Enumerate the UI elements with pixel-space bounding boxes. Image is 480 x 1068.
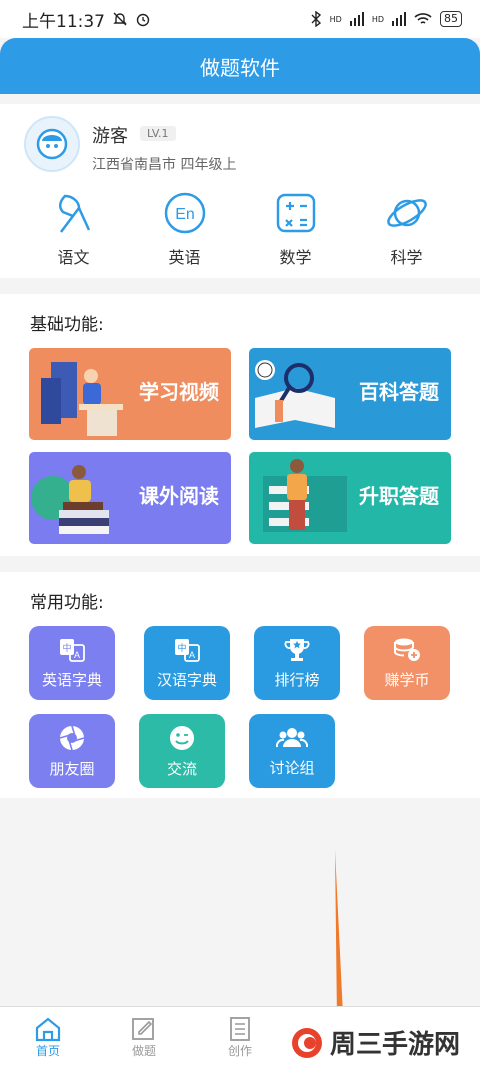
card-label: 课外阅读	[139, 484, 219, 508]
tool-chat[interactable]: 交流	[139, 714, 225, 788]
tab-label: 做题	[131, 1044, 156, 1058]
section-title-basic: 基础功能:	[30, 315, 104, 335]
tool-leaderboard[interactable]: 排行榜	[254, 626, 340, 700]
annotation-arrow	[335, 850, 343, 1020]
signal-icon-2	[392, 12, 406, 26]
card-promotion-quiz[interactable]: 升职答题	[249, 452, 451, 544]
translate-icon: 中A	[175, 638, 200, 662]
basic-functions-section: 基础功能: 学习视频 百科答题 课外阅读 升职答题	[0, 294, 480, 556]
watermark: 周三手游网	[282, 1018, 478, 1067]
app-header: 做题软件	[0, 38, 480, 94]
avatar-face-icon	[36, 128, 68, 160]
wink-face-icon	[170, 725, 194, 750]
group-icon	[276, 727, 308, 747]
watermark-text: 周三手游网	[330, 1030, 461, 1060]
signal-icon-1	[349, 12, 364, 26]
section-title-common: 常用功能:	[30, 593, 104, 613]
document-icon	[230, 1017, 250, 1041]
card-label: 学习视频	[139, 380, 219, 404]
watermark-logo-icon	[292, 1027, 322, 1058]
user-location-grade: 江西省南昌市 四年级上	[92, 157, 237, 173]
level-badge: LV.1	[140, 126, 176, 141]
username: 游客	[92, 126, 128, 147]
card-extracurricular-reading[interactable]: 课外阅读	[29, 452, 231, 544]
tool-chinese-dictionary[interactable]: 中A 汉语字典	[144, 626, 230, 700]
signal-hd-label-1: HD	[329, 14, 342, 24]
subject-english[interactable]: En 英语	[145, 190, 225, 268]
home-icon	[35, 1017, 61, 1042]
calculator-icon	[276, 193, 315, 233]
status-bar: 上午11:37 HD HD 85	[0, 0, 480, 38]
english-en-icon: En	[164, 192, 205, 234]
tab-create[interactable]: 创作	[192, 1007, 288, 1068]
tool-label: 讨论组	[269, 758, 315, 777]
coins-icon	[394, 638, 420, 661]
card-encyclopedia-quiz[interactable]: 百科答题	[249, 348, 451, 440]
subject-chinese[interactable]: 语文	[34, 190, 114, 268]
profile-section: 游客 LV.1 江西省南昌市 四年级上 语文 En 英语 数学 科学	[0, 104, 480, 278]
card-label: 升职答题	[359, 484, 439, 508]
tool-label: 交流	[166, 759, 197, 778]
tool-label: 排行榜	[274, 670, 320, 689]
svg-text:A: A	[189, 650, 195, 660]
avatar[interactable]	[24, 116, 80, 172]
svg-text:En: En	[175, 206, 195, 223]
subject-label: 英语	[168, 248, 201, 267]
aperture-icon	[59, 725, 85, 750]
signal-hd-label-2: HD	[371, 14, 384, 24]
status-time: 上午11:37	[22, 11, 105, 32]
common-functions-section: 常用功能: 中A 英语字典 中A 汉语字典 排行榜 赚学币 朋友圈 交流 讨论组	[0, 572, 480, 798]
page-title: 做题软件	[200, 55, 280, 80]
student-with-bookshelf-illustration	[263, 459, 347, 532]
reading-student-illustration	[41, 362, 123, 436]
tool-moments[interactable]: 朋友圈	[29, 714, 115, 788]
alarm-icon	[136, 13, 150, 27]
bluetooth-icon	[311, 11, 321, 27]
mute-bell-icon	[113, 12, 127, 26]
svg-text:A: A	[74, 650, 80, 660]
svg-text:中: 中	[177, 642, 186, 654]
svg-text:中: 中	[62, 642, 71, 654]
reader-on-books-illustration	[31, 465, 109, 534]
tool-english-dictionary[interactable]: 中A 英语字典	[29, 626, 115, 700]
tab-label: 首页	[35, 1044, 60, 1058]
battery-indicator: 85	[440, 11, 462, 27]
tool-label: 英语字典	[41, 670, 102, 689]
tab-home[interactable]: 首页	[0, 1007, 96, 1068]
subject-label: 语文	[57, 248, 90, 267]
tool-label: 汉语字典	[156, 670, 217, 689]
tool-discussion-group[interactable]: 讨论组	[249, 714, 335, 788]
subject-science[interactable]: 科学	[367, 190, 447, 268]
tab-label: 创作	[227, 1044, 252, 1058]
tool-label: 赚学币	[384, 670, 430, 689]
magnifier-book-illustration	[255, 360, 335, 428]
trophy-icon	[284, 638, 310, 661]
subject-label: 科学	[390, 248, 423, 267]
tool-earn-coins[interactable]: 赚学币	[364, 626, 450, 700]
tool-label: 朋友圈	[49, 759, 95, 778]
card-study-video[interactable]: 学习视频	[29, 348, 231, 440]
subject-label: 数学	[279, 248, 312, 267]
planet-icon	[386, 199, 427, 227]
subject-row: 语文 En 英语 数学 科学	[0, 190, 480, 268]
translate-icon: 中A	[60, 638, 85, 662]
pen-tip-icon	[58, 194, 90, 233]
card-label: 百科答题	[359, 380, 439, 404]
tab-practice[interactable]: 做题	[96, 1007, 192, 1068]
wifi-icon	[414, 13, 432, 24]
edit-icon	[132, 1018, 154, 1040]
subject-math[interactable]: 数学	[256, 190, 336, 268]
